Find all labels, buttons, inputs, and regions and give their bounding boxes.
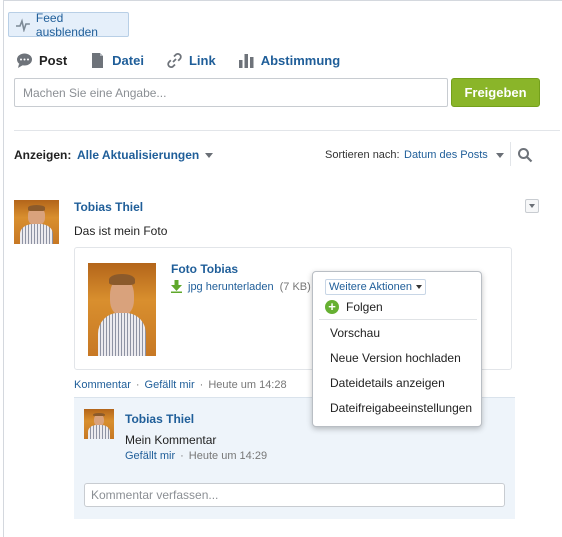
filter-bar: Anzeigen: Alle Aktualisierungen Sortiere… [14, 142, 560, 166]
sort-label: Sortieren nach: [325, 149, 400, 161]
like-link[interactable]: Gefällt mir [145, 379, 195, 391]
share-button[interactable]: Freigeben [451, 78, 540, 107]
photo-thumbnail[interactable] [88, 263, 156, 356]
more-actions-button[interactable]: Weitere Aktionen [325, 279, 426, 295]
plus-icon: + [325, 300, 339, 314]
tab-poll[interactable]: Abstimmung [238, 52, 340, 69]
post-input[interactable] [14, 78, 448, 107]
tab-poll-label: Abstimmung [260, 53, 341, 68]
poll-icon [238, 54, 254, 68]
chevron-down-icon [415, 285, 422, 289]
menu-item-preview[interactable]: Vorschau [330, 326, 380, 340]
publisher-tabs: Post Datei Link Abstimmung [16, 52, 362, 69]
comment-input[interactable] [84, 483, 505, 507]
tab-post-label: Post [39, 53, 68, 68]
more-actions-menu: Weitere Aktionen + Folgen Vorschau Neue … [312, 271, 482, 427]
link-icon [167, 53, 182, 68]
download-link[interactable]: jpg herunterladen [188, 281, 274, 293]
publisher-row: Freigeben [14, 78, 540, 107]
tab-file-label: Datei [112, 53, 144, 68]
comment-avatar[interactable] [84, 409, 114, 439]
author-avatar[interactable] [14, 200, 59, 244]
file-icon [92, 53, 104, 68]
menu-item-sharing-settings[interactable]: Dateifreigabeeinstellungen [330, 401, 472, 415]
file-size: (7 KB) [279, 280, 311, 293]
comment-meta: Gefällt mir · Heute um 14:29 [125, 450, 267, 462]
show-filter-value: Alle Aktualisierungen [77, 148, 200, 162]
search-icon[interactable] [517, 147, 533, 163]
separator: · [180, 450, 184, 462]
chevron-down-icon [205, 152, 214, 158]
tab-file[interactable]: Datei [89, 52, 144, 69]
comment-text: Mein Kommentar [125, 433, 217, 447]
hide-feed-button[interactable]: Feed ausblenden [8, 10, 129, 39]
follow-button[interactable]: + Folgen [325, 300, 383, 314]
sort-value: Datum des Posts [404, 149, 488, 161]
divider [510, 142, 511, 166]
tab-link-label: Link [188, 53, 216, 68]
show-filter-dropdown[interactable]: Alle Aktualisierungen [77, 148, 214, 162]
follow-label: Folgen [346, 300, 383, 314]
comment-like-link[interactable]: Gefällt mir [125, 450, 175, 462]
post-menu-button[interactable] [525, 199, 539, 213]
show-label: Anzeigen: [14, 148, 72, 162]
separator: · [135, 379, 140, 391]
chevron-down-icon [529, 204, 535, 208]
post-actions: Kommentar · Gefällt mir · Heute um 14:28 [74, 379, 287, 391]
download-arrow-icon [171, 280, 182, 293]
tab-link[interactable]: Link [166, 52, 216, 69]
pulse-icon [16, 17, 30, 32]
menu-item-file-details[interactable]: Dateidetails anzeigen [330, 376, 445, 390]
separator: · [199, 379, 204, 391]
menu-divider [319, 319, 477, 320]
speech-bubble-icon [17, 53, 32, 68]
download-row: jpg herunterladen (7 KB) [171, 280, 311, 293]
comment-timestamp: Heute um 14:29 [188, 450, 268, 462]
divider [14, 130, 560, 131]
menu-item-upload-version[interactable]: Neue Version hochladen [330, 351, 461, 365]
hide-feed-label: Feed ausblenden [35, 10, 98, 39]
more-actions-label: Weitere Aktionen [329, 281, 412, 293]
chevron-down-icon [495, 152, 504, 158]
comment-link[interactable]: Kommentar [74, 379, 131, 391]
comment-author-link[interactable]: Tobias Thiel [125, 412, 194, 426]
post-timestamp: Heute um 14:28 [208, 379, 287, 391]
tab-post[interactable]: Post [16, 52, 67, 69]
attachment-title-link[interactable]: Foto Tobias [171, 262, 238, 276]
post-text: Das ist mein Foto [74, 224, 168, 238]
post-author-link[interactable]: Tobias Thiel [74, 200, 143, 214]
sort-dropdown[interactable]: Datum des Posts [404, 149, 504, 161]
